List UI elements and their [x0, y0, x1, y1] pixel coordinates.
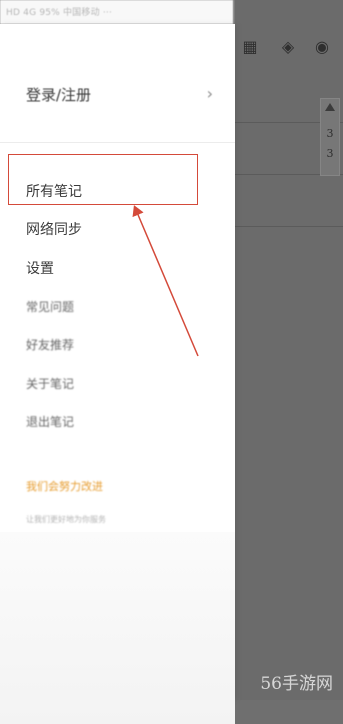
menu-item-network-sync[interactable]: 网络同步 [0, 209, 235, 247]
login-register-label: 登录/注册 [26, 86, 92, 104]
menu-item-recommend[interactable]: 好友推荐 [0, 326, 235, 364]
watermark-text: 56手游网 [260, 674, 333, 694]
navigation-drawer: 登录/注册 › 所有笔记 网络同步 设置 常见问题 好友推荐 关于笔记 退出笔记… [0, 24, 235, 724]
settings-icon[interactable]: ◉ [313, 38, 331, 56]
menu-item-label: 常见问题 [26, 300, 75, 314]
menu-item-label: 设置 [26, 261, 54, 277]
drawer-divider [0, 142, 235, 143]
menu-item-label: 退出笔记 [26, 415, 75, 429]
menu-item-label: 好友推荐 [26, 338, 75, 352]
menu-item-exit[interactable]: 退出笔记 [0, 403, 235, 441]
drawer-lower-panel [0, 532, 235, 724]
feedback-link[interactable]: 我们会努力改进 [26, 478, 103, 494]
menu-item-label: 关于笔记 [26, 377, 75, 391]
page-index[interactable]: 3 3 [320, 98, 340, 176]
menu-item-about[interactable]: 关于笔记 [0, 365, 235, 403]
dot-icon[interactable]: ◈ [279, 38, 297, 56]
highlight-annotation-box [8, 154, 198, 205]
page-index-number: 3 [326, 147, 334, 160]
page-up-icon[interactable] [325, 103, 335, 111]
menu-item-settings[interactable]: 设置 [0, 248, 235, 286]
login-register-row[interactable]: 登录/注册 › [0, 69, 235, 119]
chevron-right-icon: › [206, 84, 213, 103]
main-content: ▦ ◈ ◉ 3 3 [235, 0, 343, 700]
status-left-text: HD 4G 95% 中国移动 ··· [6, 8, 113, 18]
feedback-description: 让我们更好地为你服务 [26, 515, 106, 524]
edit-icon[interactable]: ▦ [241, 38, 259, 56]
menu-item-label: 网络同步 [26, 222, 82, 238]
main-toolbar: ▦ ◈ ◉ [235, 30, 343, 66]
menu-item-faq[interactable]: 常见问题 [0, 288, 235, 326]
page-index-number: 3 [326, 127, 334, 140]
main-divider [235, 226, 343, 227]
